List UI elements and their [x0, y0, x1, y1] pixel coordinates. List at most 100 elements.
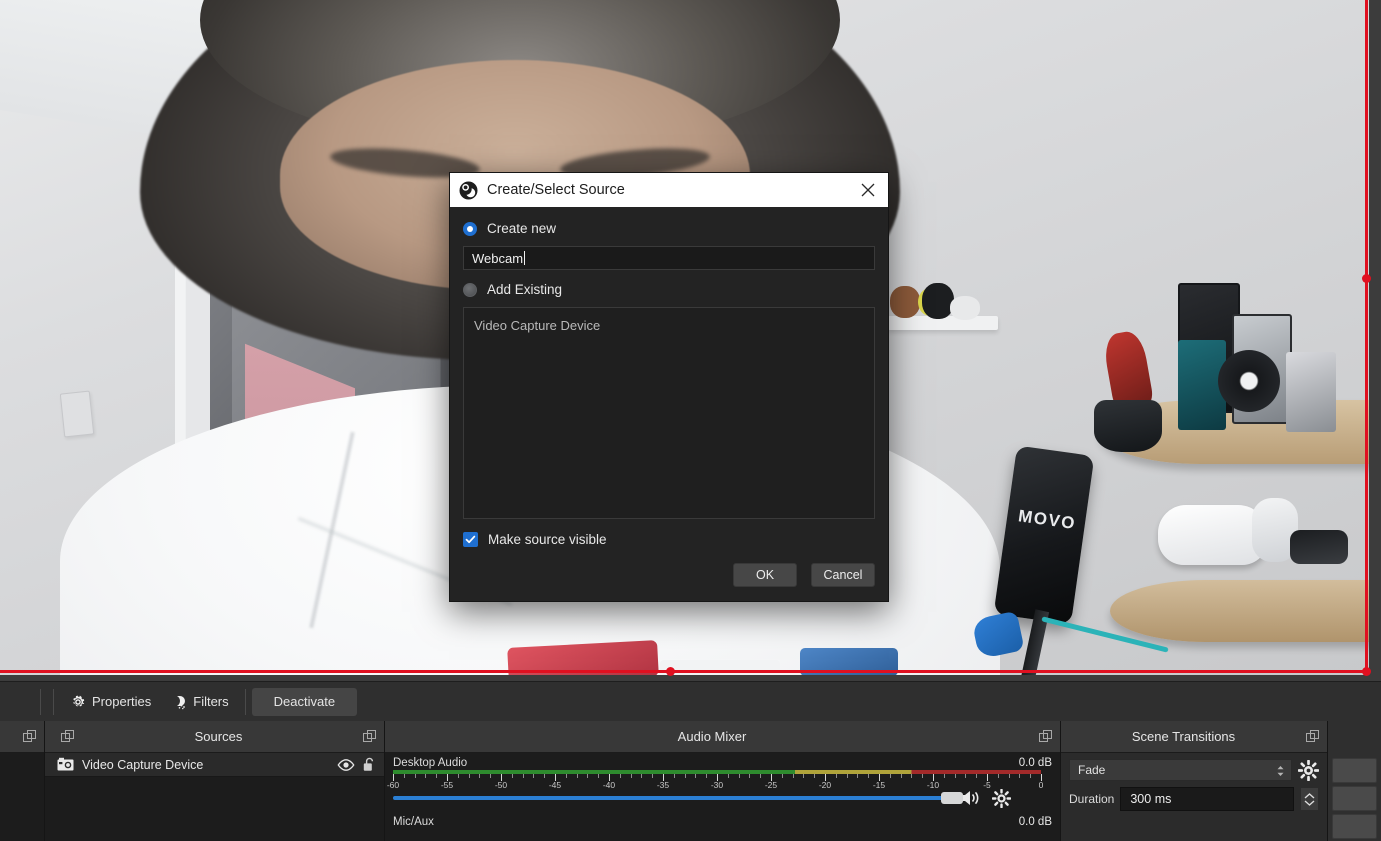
popout-icon[interactable]	[61, 730, 74, 743]
meter-tick-minor	[814, 774, 816, 778]
shelf-figure	[922, 283, 954, 319]
meter-tick-minor	[738, 774, 740, 778]
cancel-button[interactable]: Cancel	[811, 563, 875, 587]
transition-settings-gear-icon[interactable]	[1297, 759, 1320, 781]
duration-value: 300 ms	[1130, 792, 1172, 806]
list-item[interactable]: Video Capture Device	[464, 315, 874, 335]
meter-tick-label: -20	[818, 780, 832, 790]
meter-tick-minor	[479, 774, 481, 778]
popout-icon[interactable]	[23, 730, 36, 743]
resize-handle-bottom-right[interactable]	[1362, 667, 1371, 676]
meter-tick-minor	[436, 774, 438, 778]
scene-transitions-titlebar: Scene Transitions	[1061, 721, 1327, 753]
control-button[interactable]	[1332, 786, 1377, 811]
make-source-visible-row[interactable]: Make source visible	[463, 532, 875, 547]
volume-meter-scale: -60 -55 -50 -45 -40 -35 -30 -25 -20 -15 -10 -5 0	[387, 774, 1043, 790]
checkmark-icon	[465, 535, 476, 544]
resize-handle-bottom[interactable]	[666, 667, 675, 676]
popout-icon[interactable]	[363, 730, 376, 743]
create-new-radio[interactable]	[463, 221, 477, 236]
transition-duration-row: Duration 300 ms	[1061, 781, 1327, 811]
toolbar-separator	[40, 688, 41, 715]
meter-tick-minor	[749, 774, 751, 778]
meter-tick-minor	[900, 774, 902, 778]
meter-tick-minor	[976, 774, 978, 778]
selection-border-bottom[interactable]	[0, 670, 1369, 673]
duration-input[interactable]: 300 ms	[1120, 787, 1294, 811]
eye-icon[interactable]	[337, 758, 355, 771]
shelf-disc	[1218, 350, 1280, 412]
volume-slider-track	[393, 796, 950, 800]
meter-tick-label: -45	[548, 780, 562, 790]
meter-tick-minor	[695, 774, 697, 778]
chevron-down-icon	[1304, 799, 1315, 806]
create-select-source-dialog: Create/Select Source Create new Webcam A…	[449, 172, 889, 602]
existing-sources-list[interactable]: Video Capture Device	[463, 307, 875, 519]
meter-tick-minor	[803, 774, 805, 778]
meter-tick-minor	[468, 774, 470, 778]
add-existing-radio-row[interactable]: Add Existing	[463, 282, 875, 297]
dialog-titlebar[interactable]: Create/Select Source	[450, 173, 888, 207]
source-name-input[interactable]: Webcam	[463, 246, 875, 270]
meter-tick-label: -10	[926, 780, 940, 790]
obs-studio-window: MOVO Properties Filters Deactivate Sourc…	[0, 0, 1381, 841]
meter-tick-minor	[911, 774, 913, 778]
control-button[interactable]	[1332, 758, 1377, 783]
meter-tick-minor	[706, 774, 708, 778]
selection-border-right[interactable]	[1365, 0, 1368, 675]
obs-logo-icon	[459, 181, 478, 200]
transition-select[interactable]: Fade	[1069, 759, 1292, 781]
meter-tick-minor	[922, 774, 924, 778]
meter-tick-minor	[943, 774, 945, 778]
sources-dock-titlebar: Sources	[45, 721, 384, 753]
volume-meter: -60 -55 -50 -45 -40 -35 -30 -25 -20 -15 -10 -5 0	[387, 770, 1043, 790]
unlock-icon[interactable]	[363, 757, 376, 772]
meter-tick-minor	[673, 774, 675, 778]
properties-button[interactable]: Properties	[60, 688, 161, 716]
meter-tick-minor	[781, 774, 783, 778]
gear-icon[interactable]	[991, 788, 1012, 808]
scenes-dock	[0, 721, 45, 841]
audio-mixer-body: Desktop Audio 0.0 dB -60 -55 -50 -45 -40 -35-…	[385, 753, 1060, 841]
create-new-label: Create new	[487, 221, 557, 236]
filters-icon	[171, 694, 187, 710]
volume-slider[interactable]	[393, 790, 963, 806]
duration-stepper[interactable]	[1300, 787, 1319, 811]
ok-button[interactable]: OK	[733, 563, 797, 587]
sources-dock-title: Sources	[194, 729, 243, 744]
deactivate-button[interactable]: Deactivate	[251, 687, 358, 716]
meter-tick-minor	[954, 774, 956, 778]
meter-tick-minor	[457, 774, 459, 778]
transition-select-value: Fade	[1078, 763, 1106, 777]
mixer-track-mic-aux: Mic/Aux 0.0 dB	[385, 810, 1060, 831]
meter-tick-minor	[965, 774, 967, 778]
mixer-track-db: 0.0 dB	[1018, 757, 1052, 769]
meter-tick-minor	[835, 774, 837, 778]
filters-button[interactable]: Filters	[161, 688, 238, 716]
add-existing-radio[interactable]	[463, 282, 477, 297]
audio-mixer-titlebar: Audio Mixer	[385, 721, 1060, 753]
meter-tick-minor	[544, 774, 546, 778]
corner-shelf-lower	[1110, 580, 1369, 642]
source-name-value: Webcam	[472, 250, 524, 266]
camera-icon	[57, 757, 74, 772]
meter-tick-minor	[630, 774, 632, 778]
volume-slider-knob[interactable]	[941, 792, 963, 804]
meter-tick-minor	[760, 774, 762, 778]
create-new-radio-row[interactable]: Create new	[463, 221, 875, 236]
close-icon[interactable]	[848, 173, 888, 207]
scenes-list[interactable]	[0, 753, 44, 841]
resize-handle-right[interactable]	[1362, 274, 1371, 283]
mixer-track-name: Desktop Audio	[393, 757, 468, 769]
gear-icon	[70, 694, 86, 710]
make-source-visible-checkbox[interactable]	[463, 532, 478, 547]
list-item[interactable]: Video Capture Device	[45, 753, 384, 777]
ok-button-label: OK	[755, 568, 775, 582]
control-button[interactable]	[1332, 814, 1377, 839]
popout-icon[interactable]	[1039, 730, 1052, 743]
meter-tick-minor	[425, 774, 427, 778]
popout-icon[interactable]	[1306, 730, 1319, 743]
sources-list[interactable]: Video Capture Device	[45, 753, 384, 841]
dialog-title: Create/Select Source	[487, 182, 625, 198]
meter-tick-minor	[576, 774, 578, 778]
